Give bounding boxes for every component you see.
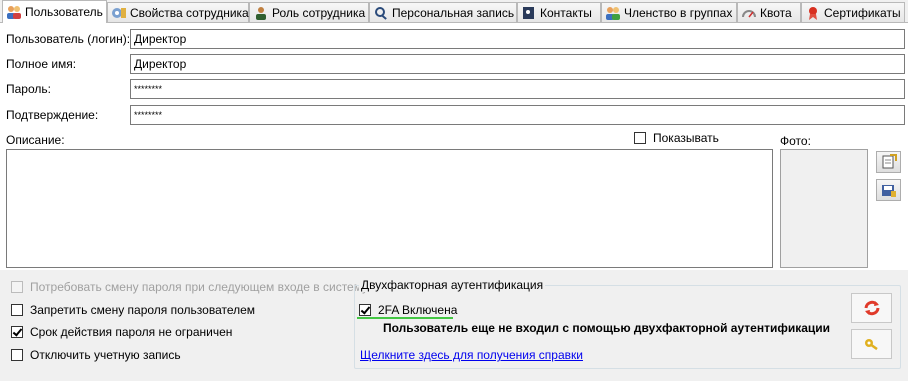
- tab-bar: Пользователь Свойства сотрудника Роль со…: [0, 0, 908, 23]
- login-label: Пользователь (логин):: [6, 32, 131, 46]
- tab-group-membership[interactable]: Членство в группах: [601, 2, 737, 22]
- description-textarea[interactable]: [6, 149, 773, 268]
- tab-label: Персональная запись: [392, 5, 515, 20]
- confirm-label: Подтверждение:: [6, 108, 99, 122]
- users-icon: [6, 5, 22, 19]
- twofa-key-button[interactable]: [851, 329, 892, 359]
- tab-label: Пользователь: [25, 5, 103, 19]
- twofa-status-text: Пользователь еще не входил с помощью дву…: [383, 321, 831, 335]
- person-search-icon: [373, 6, 389, 20]
- refresh-icon: [864, 300, 879, 316]
- show-description-checkbox[interactable]: Показывать: [634, 131, 719, 145]
- certificate-icon: [805, 6, 821, 20]
- confirm-password-field[interactable]: ********: [130, 105, 905, 125]
- twofa-enabled-underline: [357, 317, 453, 319]
- disable-account-checkbox[interactable]: Отключить учетную запись: [11, 348, 181, 362]
- load-photo-button[interactable]: [876, 151, 901, 173]
- tab-label: Роль сотрудника: [272, 5, 366, 20]
- login-field[interactable]: Директор: [130, 29, 905, 49]
- save-photo-button[interactable]: [876, 179, 901, 201]
- tab-personal-record[interactable]: Персональная запись: [369, 2, 517, 22]
- tab-label: Сертификаты: [824, 5, 901, 20]
- tab-certificates[interactable]: Сертификаты: [801, 2, 905, 22]
- checkbox-box[interactable]: [11, 326, 23, 338]
- checkbox-box[interactable]: [11, 281, 23, 293]
- tab-contacts[interactable]: Контакты: [517, 2, 601, 22]
- password-label: Пароль:: [6, 82, 51, 96]
- photo-box: [780, 149, 868, 268]
- forbid-change-label: Запретить смену пароля пользователем: [30, 303, 256, 317]
- gear-icon: [111, 6, 127, 20]
- tab-label: Квота: [760, 5, 792, 20]
- save-photo-icon: [881, 185, 896, 197]
- reset-twofa-button[interactable]: [851, 293, 892, 323]
- checkbox-box[interactable]: [11, 349, 23, 361]
- fullname-label: Полное имя:: [6, 57, 77, 71]
- twofa-enabled-label: 2FA Включена: [378, 303, 458, 317]
- key-icon: [864, 339, 878, 351]
- gauge-icon: [741, 6, 757, 20]
- require-change-label: Потребовать смену пароля при следующем в…: [30, 280, 369, 294]
- forbid-password-change-checkbox[interactable]: Запретить смену пароля пользователем: [11, 303, 255, 317]
- checkbox-box[interactable]: [11, 304, 23, 316]
- tab-label: Контакты: [540, 5, 592, 20]
- checkbox-box[interactable]: [634, 132, 646, 144]
- load-photo-icon: [882, 154, 897, 169]
- disable-account-label: Отключить учетную запись: [30, 348, 181, 362]
- tab-employee-properties[interactable]: Свойства сотрудника: [107, 2, 249, 22]
- twofa-enabled-checkbox[interactable]: 2FA Включена: [359, 303, 457, 317]
- require-password-change-checkbox[interactable]: Потребовать смену пароля при следующем в…: [11, 280, 368, 294]
- tab-user[interactable]: Пользователь: [2, 0, 107, 23]
- no-expiry-label: Срок действия пароля не ограничен: [30, 325, 233, 339]
- twofa-group-title: Двухфакторная аутентификация: [359, 278, 546, 292]
- description-label: Описание:: [6, 133, 65, 147]
- role-icon: [253, 6, 269, 20]
- tab-label: Свойства сотрудника: [130, 5, 249, 20]
- show-label: Показывать: [653, 131, 719, 145]
- photo-label: Фото:: [780, 134, 811, 148]
- fullname-field[interactable]: Директор: [130, 54, 905, 74]
- password-never-expires-checkbox[interactable]: Срок действия пароля не ограничен: [11, 325, 232, 339]
- contacts-icon: [521, 6, 537, 20]
- tab-quota[interactable]: Квота: [737, 2, 801, 22]
- checkbox-box[interactable]: [359, 304, 371, 316]
- group-icon: [605, 6, 621, 20]
- tab-employee-role[interactable]: Роль сотрудника: [249, 2, 369, 22]
- password-field[interactable]: ********: [130, 79, 905, 99]
- twofa-help-link[interactable]: Щелкните здесь для получения справки: [360, 348, 583, 362]
- tab-label: Членство в группах: [624, 5, 733, 20]
